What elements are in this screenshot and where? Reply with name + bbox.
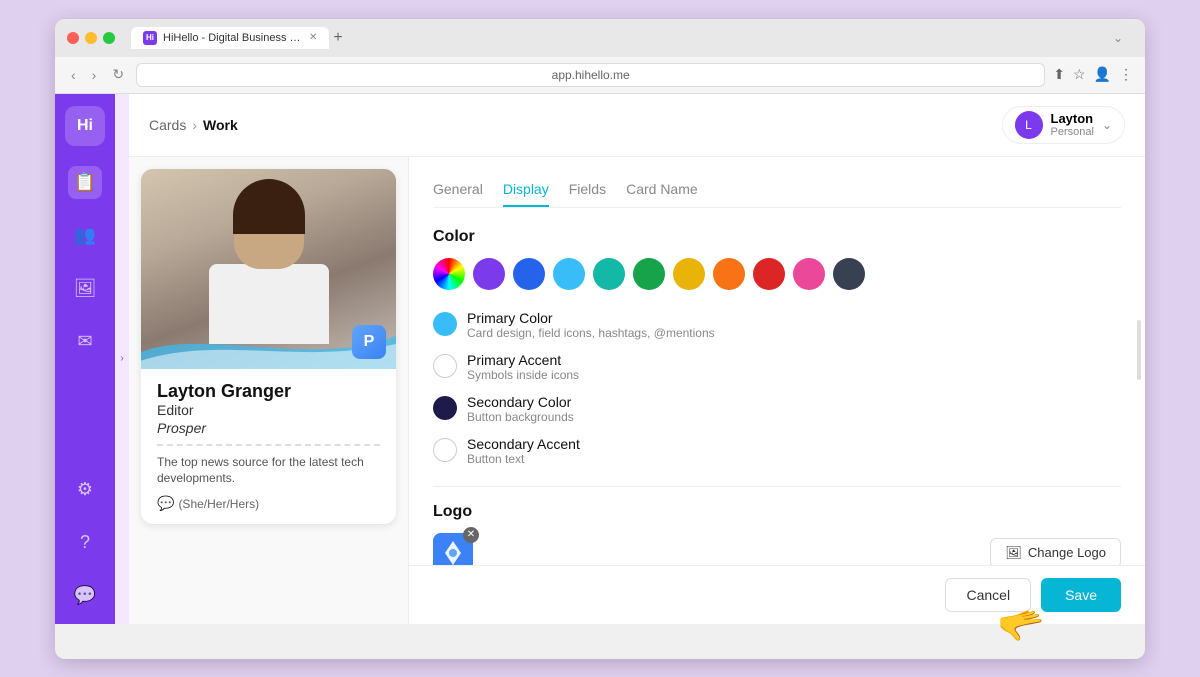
sidebar-item-settings[interactable]: ⚙ <box>71 473 99 506</box>
card-bio: The top news source for the latest tech … <box>157 454 380 488</box>
save-button[interactable]: Save <box>1041 578 1121 612</box>
bookmark-icon[interactable]: ☆ <box>1073 66 1086 83</box>
secondary-color-indicator[interactable] <box>433 396 457 420</box>
card-person-title: Editor <box>157 402 380 418</box>
collapse-arrow-icon: › <box>120 353 123 364</box>
card-person-name: Layton Granger <box>157 381 380 402</box>
tab-title: HiHello - Digital Business Card <box>163 32 303 44</box>
logo-section: Logo <box>433 503 1121 565</box>
color-option-primary-accent: Primary Accent Symbols inside icons <box>433 352 1121 382</box>
color-option-secondary-accent: Secondary Accent Button text <box>433 436 1121 466</box>
scroll-indicator[interactable] <box>1137 320 1141 380</box>
tab-close-button[interactable]: ✕ <box>309 32 317 43</box>
tab-fields[interactable]: Fields <box>569 173 606 207</box>
user-role: Personal <box>1051 126 1094 138</box>
sidebar-item-chat[interactable]: 💬 <box>68 579 102 612</box>
address-bar[interactable]: app.hihello.me <box>136 63 1045 87</box>
breadcrumb-cards[interactable]: Cards <box>149 117 186 133</box>
color-swatches <box>433 258 1121 290</box>
swatch-blue-dark[interactable] <box>513 258 545 290</box>
share-icon[interactable]: ⬆ <box>1053 66 1065 83</box>
settings-panel: General Display Fields Card Name Color <box>409 157 1145 565</box>
card-company: Prosper <box>157 420 380 436</box>
traffic-light-maximize[interactable] <box>103 32 115 44</box>
browser-tab[interactable]: Hi HiHello - Digital Business Card ✕ <box>131 27 329 49</box>
secondary-color-desc: Button backgrounds <box>467 410 574 424</box>
primary-accent-desc: Symbols inside icons <box>467 368 579 382</box>
traffic-light-close[interactable] <box>67 32 79 44</box>
image-icon: 🖼 <box>1005 545 1022 561</box>
color-option-primary: Primary Color Card design, field icons, … <box>433 310 1121 340</box>
app-logo: Hi <box>65 106 105 146</box>
primary-accent-indicator[interactable] <box>433 354 457 378</box>
user-info: Layton Personal <box>1051 111 1094 138</box>
primary-color-indicator[interactable] <box>433 312 457 336</box>
swatch-pink[interactable] <box>793 258 825 290</box>
tab-favicon: Hi <box>143 31 157 45</box>
refresh-button[interactable]: ↻ <box>108 64 128 85</box>
sidebar-item-help[interactable]: ? <box>74 526 96 559</box>
user-menu[interactable]: L Layton Personal ⌄ <box>1002 106 1125 144</box>
logo-section-title: Logo <box>433 503 1121 521</box>
user-name: Layton <box>1051 111 1094 126</box>
cursor-hand-icon: 🫳 <box>994 601 1048 653</box>
swatch-red[interactable] <box>753 258 785 290</box>
swatch-blue-light[interactable] <box>553 258 585 290</box>
swatch-orange[interactable] <box>713 258 745 290</box>
color-option-secondary: Secondary Color Button backgrounds <box>433 394 1121 424</box>
page-header: Cards › Work L Layton Personal ⌄ <box>129 94 1145 157</box>
card-photo: P <box>141 169 396 369</box>
tab-display[interactable]: Display <box>503 173 549 207</box>
primary-accent-name: Primary Accent <box>467 352 579 368</box>
swatch-green[interactable] <box>633 258 665 290</box>
logo-preview: ✕ <box>433 533 473 565</box>
logo-row: ✕ 🖼 Change Logo <box>433 533 1121 565</box>
traffic-light-minimize[interactable] <box>85 32 97 44</box>
swatch-yellow[interactable] <box>673 258 705 290</box>
user-menu-chevron-icon: ⌄ <box>1102 118 1112 132</box>
back-button[interactable]: ‹ <box>67 65 80 85</box>
sidebar-item-cards[interactable]: 📋 <box>68 166 102 199</box>
collapse-panel-button[interactable]: › <box>115 94 129 624</box>
secondary-color-name: Secondary Color <box>467 394 574 410</box>
settings-tabs: General Display Fields Card Name <box>433 173 1121 208</box>
secondary-accent-indicator[interactable] <box>433 438 457 462</box>
color-options: Primary Color Card design, field icons, … <box>433 310 1121 466</box>
secondary-accent-name: Secondary Accent <box>467 436 580 452</box>
color-section-title: Color <box>433 228 1121 246</box>
primary-color-name: Primary Color <box>467 310 715 326</box>
tab-card-name[interactable]: Card Name <box>626 173 698 207</box>
change-logo-button[interactable]: 🖼 Change Logo <box>990 538 1121 565</box>
window-controls: ⌄ <box>1113 31 1133 45</box>
card-preview: P Layton Granger Editor Prosper <box>129 157 409 624</box>
logo-remove-button[interactable]: ✕ <box>463 527 479 543</box>
swatch-dark[interactable] <box>833 258 865 290</box>
new-tab-button[interactable]: + <box>333 29 342 47</box>
card-pronouns: 💬 (She/Her/Hers) <box>157 495 380 512</box>
swatch-teal[interactable] <box>593 258 625 290</box>
user-avatar: L <box>1015 111 1043 139</box>
extensions-icon[interactable]: 👤 <box>1094 66 1111 83</box>
secondary-accent-desc: Button text <box>467 452 580 466</box>
sidebar-item-contacts[interactable]: 👥 <box>68 219 102 252</box>
breadcrumb: Cards › Work <box>149 117 238 133</box>
sidebar: Hi 📋 👥 🖼 ✉ ⚙ ? 💬 <box>55 94 115 624</box>
breadcrumb-separator: › <box>192 117 197 133</box>
swatch-purple[interactable] <box>473 258 505 290</box>
swatch-rainbow[interactable] <box>433 258 465 290</box>
primary-color-desc: Card design, field icons, hashtags, @men… <box>467 326 715 340</box>
tab-general[interactable]: General <box>433 173 483 207</box>
sidebar-item-gallery[interactable]: 🖼 <box>68 272 103 305</box>
sidebar-item-mail[interactable]: ✉ <box>71 325 98 358</box>
menu-icon[interactable]: ⋮ <box>1119 66 1133 83</box>
nav-actions: ⬆ ☆ 👤 ⋮ <box>1053 66 1133 83</box>
forward-button[interactable]: › <box>88 65 101 85</box>
breadcrumb-current: Work <box>203 117 238 133</box>
